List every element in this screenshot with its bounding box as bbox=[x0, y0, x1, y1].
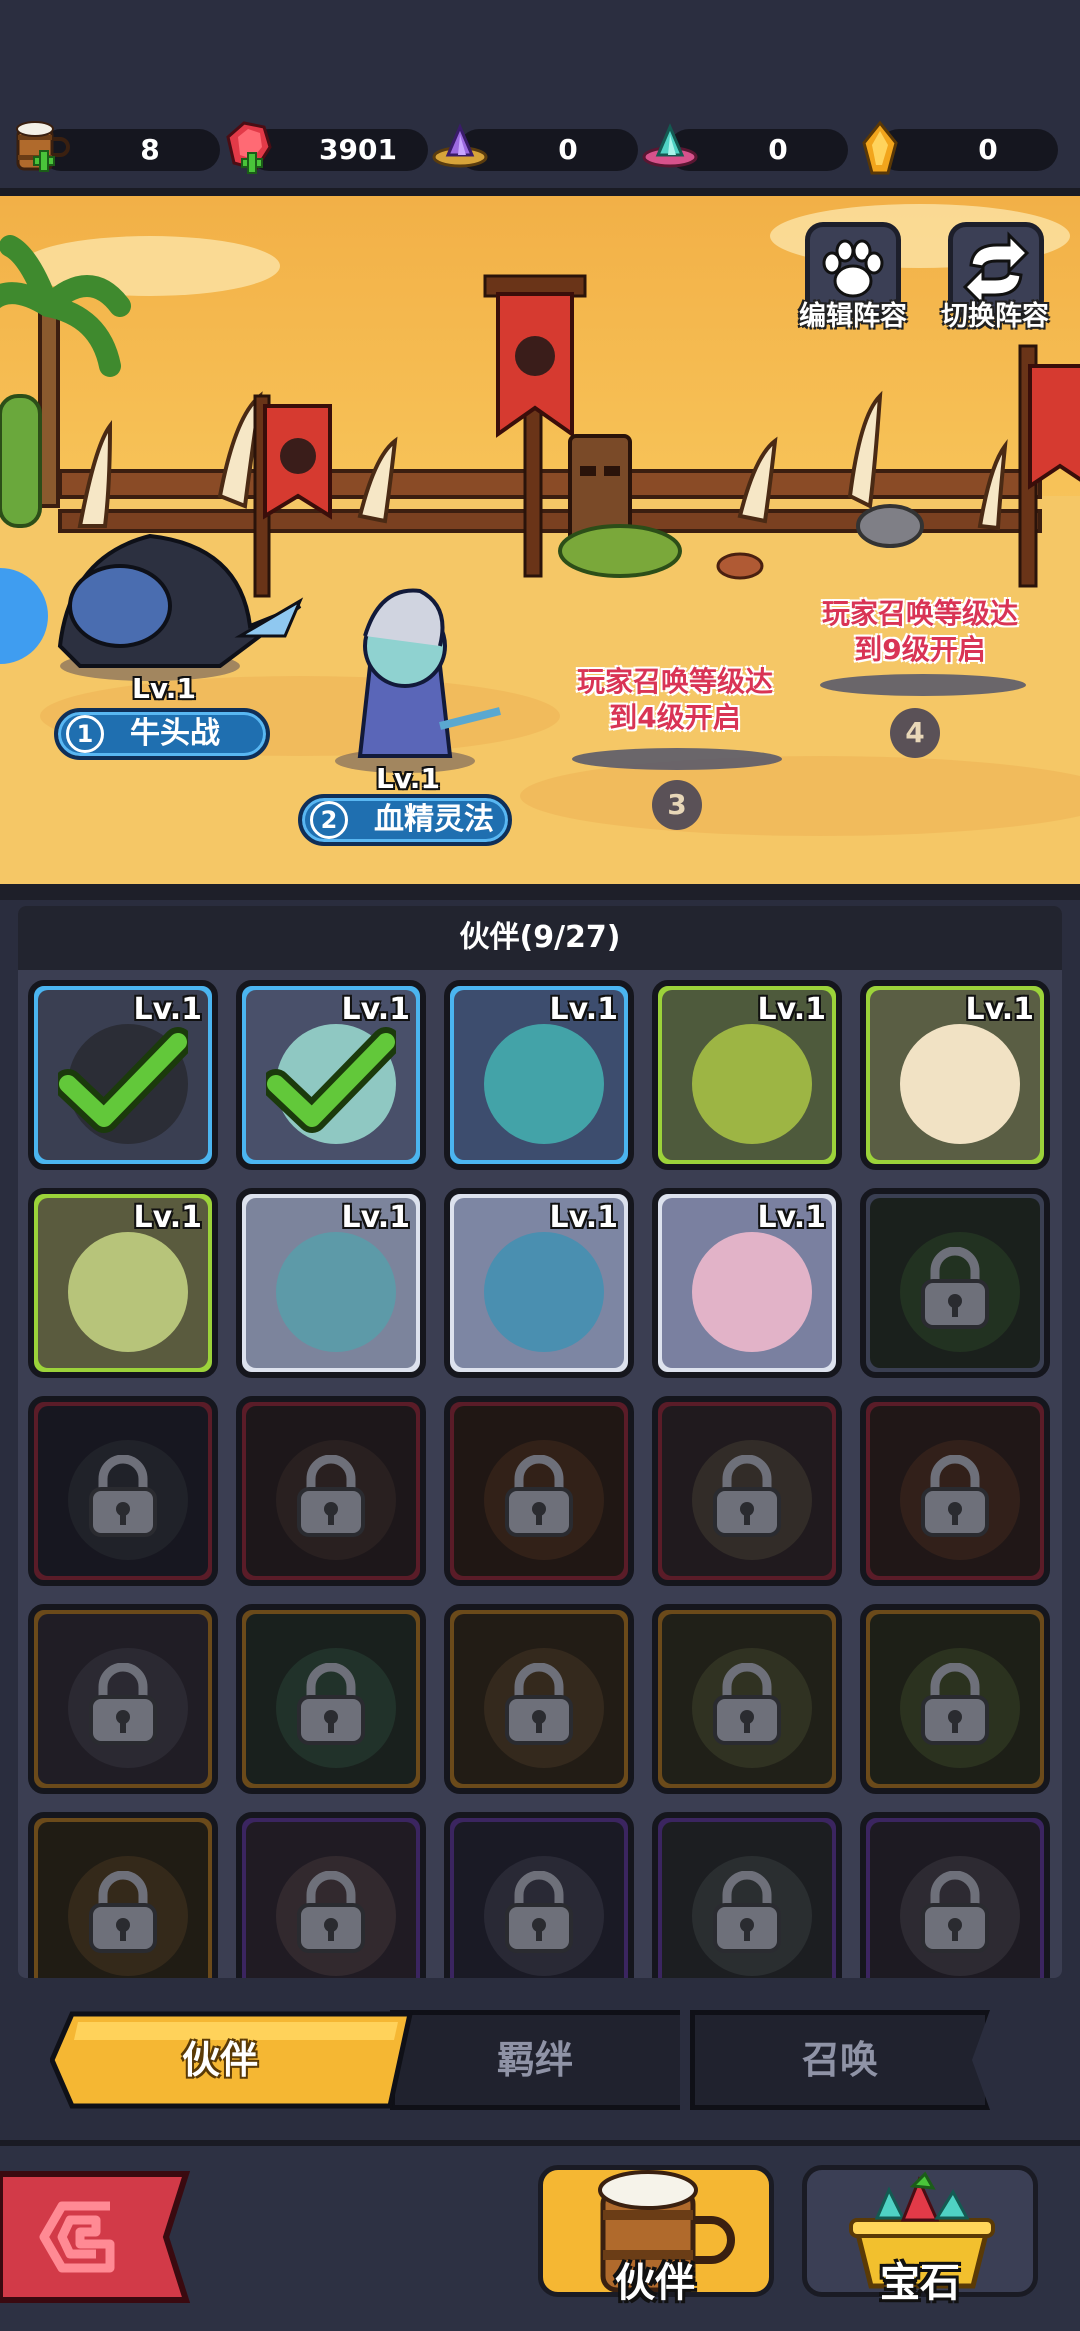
partner-panel: 伙伴(9/27) Lv.1 Lv.1 Lv.1 Lv.1 Lv.1 Lv.1 Lv.1 Lv.… bbox=[18, 906, 1062, 1978]
padlock-icon bbox=[505, 1871, 573, 1953]
padlock-icon bbox=[297, 1871, 365, 1953]
hero-face bbox=[692, 1024, 812, 1144]
battle-scene: 编辑阵容 切换阵容 Lv.1 1 牛头战 Lv.1 2 血精灵法 玩家召唤等级达… bbox=[0, 196, 1080, 890]
slot-3-number[interactable]: 3 bbox=[652, 780, 702, 830]
card-level: Lv.1 bbox=[549, 1200, 619, 1235]
gem-nav-label[interactable]: 宝石 bbox=[845, 2250, 995, 2308]
partner-card[interactable]: Lv.1 bbox=[444, 1188, 634, 1378]
padlock-icon bbox=[89, 1663, 157, 1745]
hero-face bbox=[484, 1232, 604, 1352]
beer-mug-icon bbox=[16, 121, 70, 172]
back-button[interactable] bbox=[0, 2170, 200, 2304]
partner-card[interactable]: Lv.1 bbox=[236, 1188, 426, 1378]
partner-card-locked[interactable] bbox=[28, 1812, 218, 1978]
partner-card-locked[interactable] bbox=[860, 1396, 1050, 1586]
hero-1-nameplate[interactable]: 1 牛头战 bbox=[54, 708, 270, 760]
scene-divider bbox=[0, 884, 1080, 900]
partner-card-locked[interactable] bbox=[652, 1604, 842, 1794]
padlock-icon bbox=[921, 1663, 989, 1745]
tab-bond[interactable]: 羁绊 bbox=[390, 2010, 680, 2110]
padlock-icon bbox=[297, 1455, 365, 1537]
partner-card-locked[interactable] bbox=[236, 1604, 426, 1794]
partner-card-locked[interactable] bbox=[28, 1396, 218, 1586]
card-level: Lv.1 bbox=[965, 992, 1035, 1027]
purple-crystal-icon bbox=[432, 123, 488, 168]
tab-partner[interactable]: 伙伴 bbox=[50, 2010, 390, 2110]
partner-card[interactable]: Lv.1 bbox=[444, 980, 634, 1170]
padlock-icon bbox=[89, 1455, 157, 1537]
partner-card[interactable]: Lv.1 bbox=[652, 1188, 842, 1378]
tab-bar: 伙伴 羁绊 召唤 bbox=[50, 2010, 1000, 2110]
partner-card-locked[interactable] bbox=[444, 1396, 634, 1586]
partner-card[interactable]: Lv.1 bbox=[28, 1188, 218, 1378]
amber-crystal-icon bbox=[862, 120, 898, 175]
partner-card-locked[interactable] bbox=[860, 1188, 1050, 1378]
padlock-icon bbox=[713, 1871, 781, 1953]
hero-2-name: 血精灵法 bbox=[374, 802, 494, 837]
card-level: Lv.1 bbox=[341, 1200, 411, 1235]
padlock-icon bbox=[505, 1455, 573, 1537]
slot-4-text-line1: 玩家召唤等级达 bbox=[821, 597, 1018, 630]
slot-4-shadow bbox=[820, 674, 1026, 696]
card-level: Lv.1 bbox=[549, 992, 619, 1027]
hero-2-level: Lv.1 bbox=[376, 762, 440, 795]
checkmark-icon bbox=[58, 1027, 188, 1133]
slot-4-text-line2: 到9级开启 bbox=[854, 633, 986, 666]
partner-nav-label[interactable]: 伙伴 bbox=[580, 2250, 730, 2308]
hero-2-slot: 2 bbox=[310, 801, 348, 839]
hero-2-nameplate[interactable]: 2 血精灵法 bbox=[298, 794, 512, 846]
partner-card-locked[interactable] bbox=[652, 1812, 842, 1978]
hero-1-slot: 1 bbox=[66, 715, 104, 753]
padlock-icon bbox=[713, 1455, 781, 1537]
slot-4-unlock-text: 玩家召唤等级达 到9级开启 bbox=[785, 596, 1055, 668]
checkmark-icon bbox=[266, 1027, 396, 1133]
slot-3-text-line1: 玩家召唤等级达 bbox=[576, 665, 773, 698]
slot-4-number[interactable]: 4 bbox=[890, 708, 940, 758]
slot-3-unlock-text: 玩家召唤等级达 到4级开启 bbox=[540, 664, 810, 736]
partner-card[interactable]: Lv.1 bbox=[860, 980, 1050, 1170]
partner-card-locked[interactable] bbox=[444, 1604, 634, 1794]
hero-1-name: 牛头战 bbox=[130, 716, 220, 751]
partner-card-locked[interactable] bbox=[860, 1812, 1050, 1978]
ruby-icon bbox=[226, 121, 272, 174]
partner-card-locked[interactable] bbox=[28, 1604, 218, 1794]
partner-card-locked[interactable] bbox=[860, 1604, 1050, 1794]
padlock-icon bbox=[297, 1663, 365, 1745]
desert-background bbox=[0, 204, 1080, 890]
card-level: Lv.1 bbox=[133, 1200, 203, 1235]
partner-card-locked[interactable] bbox=[444, 1812, 634, 1978]
hero-face bbox=[276, 1232, 396, 1352]
tab-summon[interactable]: 召唤 bbox=[690, 2010, 990, 2110]
card-level: Lv.1 bbox=[133, 992, 203, 1027]
padlock-icon bbox=[505, 1663, 573, 1745]
padlock-icon bbox=[89, 1871, 157, 1953]
partner-card[interactable]: Lv.1 bbox=[236, 980, 426, 1170]
partner-card-locked[interactable] bbox=[236, 1812, 426, 1978]
card-level: Lv.1 bbox=[757, 992, 827, 1027]
teal-crystal-icon bbox=[642, 123, 698, 168]
partner-panel-title: 伙伴(9/27) bbox=[18, 906, 1062, 970]
hero-face bbox=[484, 1024, 604, 1144]
padlock-icon bbox=[921, 1455, 989, 1537]
hero-face bbox=[692, 1232, 812, 1352]
slot-3-shadow bbox=[572, 748, 782, 770]
padlock-icon bbox=[713, 1663, 781, 1745]
partner-card-locked[interactable] bbox=[652, 1396, 842, 1586]
partner-card[interactable]: Lv.1 bbox=[652, 980, 842, 1170]
card-level: Lv.1 bbox=[341, 992, 411, 1027]
partner-card[interactable]: Lv.1 bbox=[28, 980, 218, 1170]
hero-face bbox=[900, 1024, 1020, 1144]
slot-3-text-line2: 到4级开启 bbox=[609, 701, 741, 734]
card-level: Lv.1 bbox=[757, 1200, 827, 1235]
padlock-icon bbox=[921, 1247, 989, 1329]
edit-lineup-label[interactable]: 编辑阵容 bbox=[788, 294, 918, 333]
partner-card-locked[interactable] bbox=[236, 1396, 426, 1586]
switch-lineup-label[interactable]: 切换阵容 bbox=[930, 294, 1060, 333]
hero-face bbox=[68, 1232, 188, 1352]
padlock-icon bbox=[921, 1871, 989, 1953]
hero-1-level: Lv.1 bbox=[132, 672, 196, 705]
